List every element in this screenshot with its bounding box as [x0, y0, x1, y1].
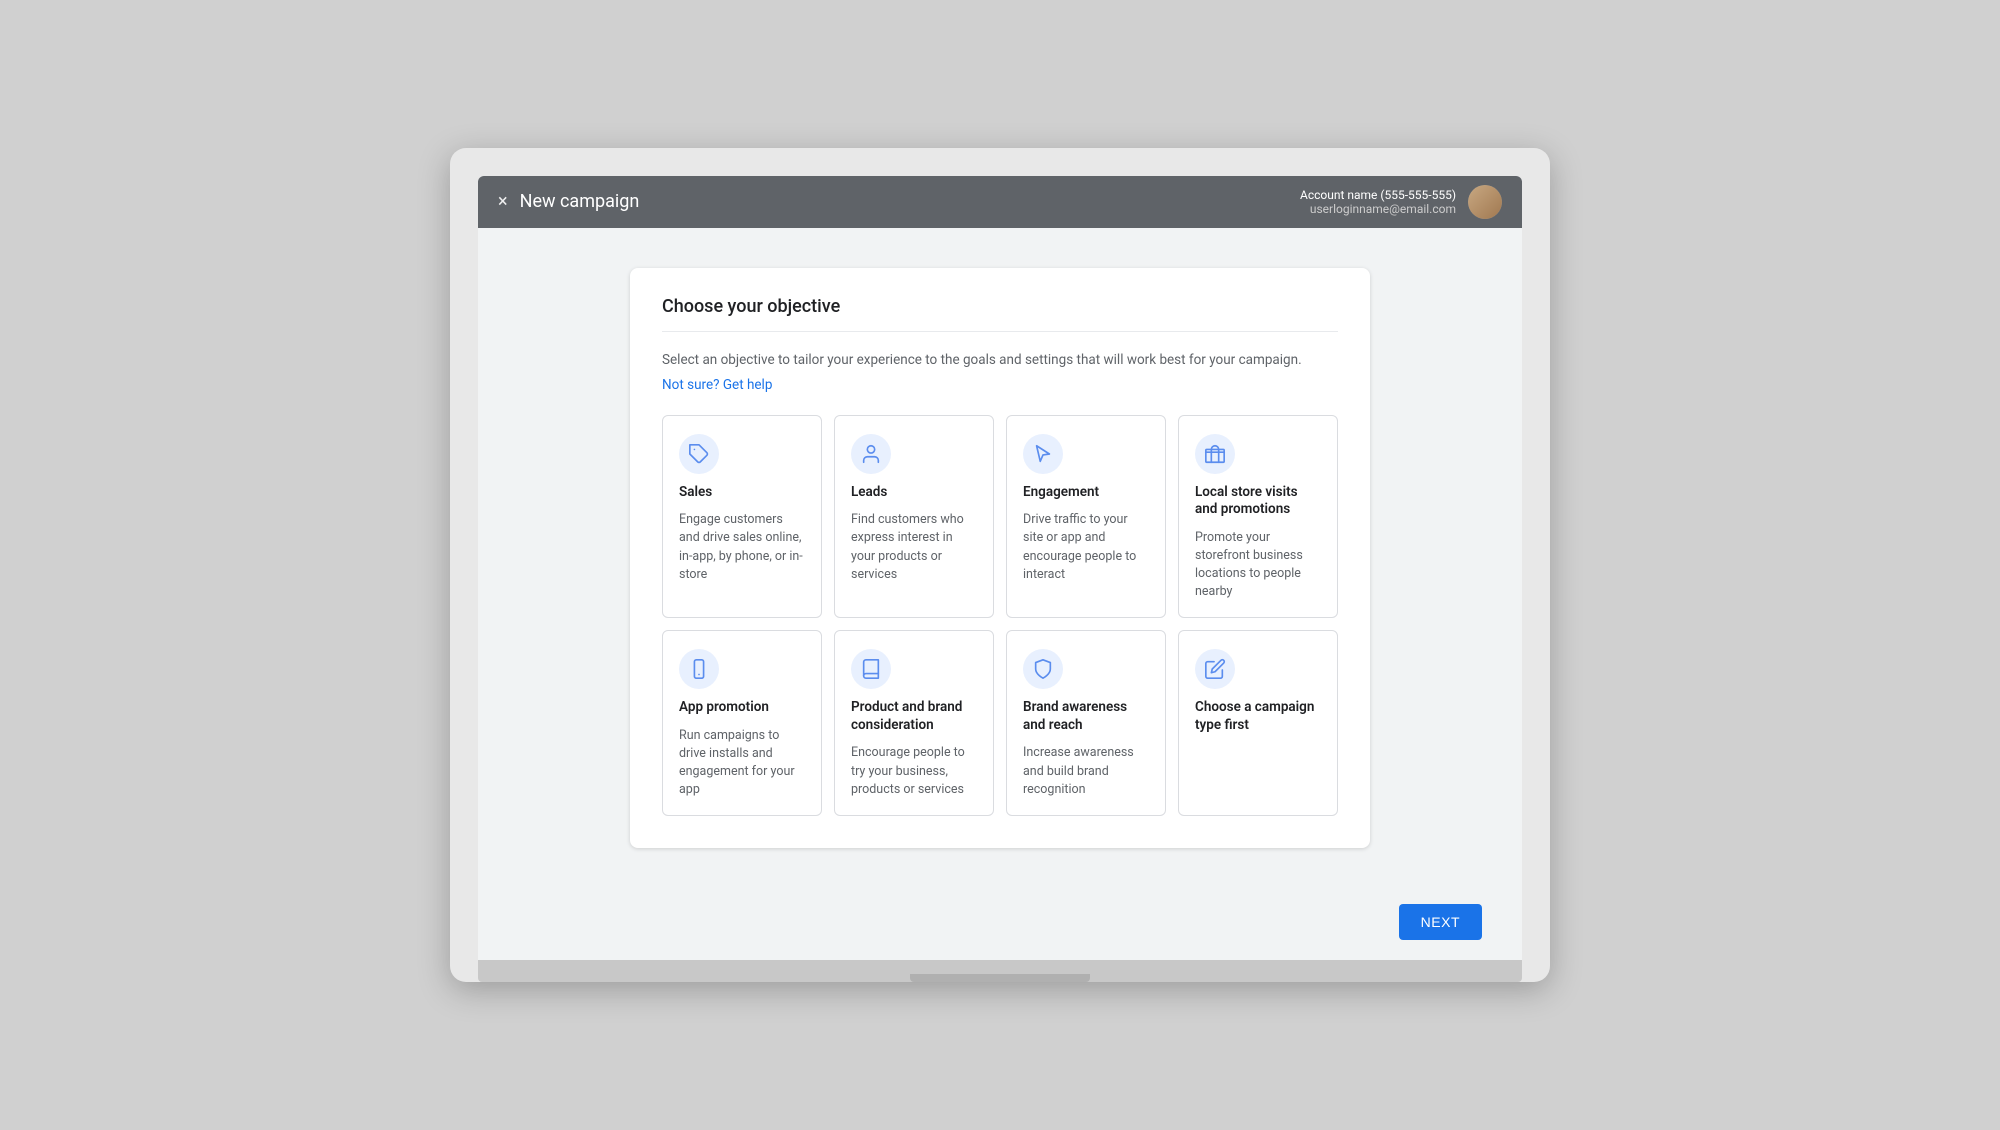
- store-icon: [1195, 434, 1235, 474]
- objective-card-brand[interactable]: Brand awareness and reach Increase awaren…: [1006, 630, 1166, 816]
- objective-card-choose[interactable]: Choose a campaign type first: [1178, 630, 1338, 816]
- objective-name-sales: Sales: [679, 484, 805, 502]
- objective-name-local: Local store visits and promotions: [1195, 484, 1321, 519]
- objective-name-engagement: Engagement: [1023, 484, 1149, 502]
- objective-card-engagement[interactable]: Engagement Drive traffic to your site or …: [1006, 415, 1166, 619]
- footer-bar: NEXT: [478, 888, 1522, 960]
- objective-name-choose: Choose a campaign type first: [1195, 699, 1321, 734]
- objective-desc-app: Run campaigns to drive installs and enga…: [679, 727, 805, 800]
- pencil-icon: [1195, 649, 1235, 689]
- topbar-title: New campaign: [520, 191, 640, 212]
- objective-card-container: Choose your objective Select an objectiv…: [630, 268, 1370, 849]
- objective-name-app: App promotion: [679, 699, 805, 717]
- account-email: userloginname@email.com: [1300, 202, 1456, 216]
- objective-name-product: Product and brand consideration: [851, 699, 977, 734]
- objective-card-app[interactable]: App promotion Run campaigns to drive inst…: [662, 630, 822, 816]
- topbar: × New campaign Account name (555-555-555…: [478, 176, 1522, 228]
- card-title: Choose your objective: [662, 296, 1338, 332]
- objective-name-leads: Leads: [851, 484, 977, 502]
- topbar-left: × New campaign: [498, 191, 639, 212]
- laptop-frame: × New campaign Account name (555-555-555…: [450, 148, 1550, 983]
- objective-desc-product: Encourage people to try your business, p…: [851, 744, 977, 798]
- objective-card-sales[interactable]: Sales Engage customers and drive sales on…: [662, 415, 822, 619]
- avatar-image: [1468, 185, 1502, 219]
- laptop-screen: × New campaign Account name (555-555-555…: [478, 176, 1522, 961]
- account-info: Account name (555-555-555) userloginname…: [1300, 188, 1456, 216]
- topbar-right: Account name (555-555-555) userloginname…: [1300, 185, 1502, 219]
- close-icon[interactable]: ×: [498, 191, 508, 212]
- cursor-icon: [1023, 434, 1063, 474]
- phone-icon: [679, 649, 719, 689]
- objective-desc-engagement: Drive traffic to your site or app and en…: [1023, 511, 1149, 584]
- account-name: Account name (555-555-555): [1300, 188, 1456, 202]
- person-icon: [851, 434, 891, 474]
- objective-desc-sales: Engage customers and drive sales online,…: [679, 511, 805, 584]
- objective-desc-leads: Find customers who express interest in y…: [851, 511, 977, 584]
- objective-card-local[interactable]: Local store visits and promotions Promote…: [1178, 415, 1338, 619]
- objectives-grid: Sales Engage customers and drive sales on…: [662, 415, 1338, 817]
- tag-icon: [679, 434, 719, 474]
- laptop-base: [478, 960, 1522, 982]
- avatar[interactable]: [1468, 185, 1502, 219]
- objective-desc-brand: Increase awareness and build brand recog…: [1023, 744, 1149, 798]
- main-content: Choose your objective Select an objectiv…: [478, 228, 1522, 889]
- objective-card-leads[interactable]: Leads Find customers who express interest…: [834, 415, 994, 619]
- next-button[interactable]: NEXT: [1399, 904, 1482, 940]
- card-description: Select an objective to tailor your exper…: [662, 350, 1338, 370]
- book-icon: [851, 649, 891, 689]
- objective-card-product[interactable]: Product and brand consideration Encourage…: [834, 630, 994, 816]
- help-link[interactable]: Not sure? Get help: [662, 377, 772, 393]
- objective-name-brand: Brand awareness and reach: [1023, 699, 1149, 734]
- shield-icon: [1023, 649, 1063, 689]
- objective-desc-local: Promote your storefront business locatio…: [1195, 529, 1321, 602]
